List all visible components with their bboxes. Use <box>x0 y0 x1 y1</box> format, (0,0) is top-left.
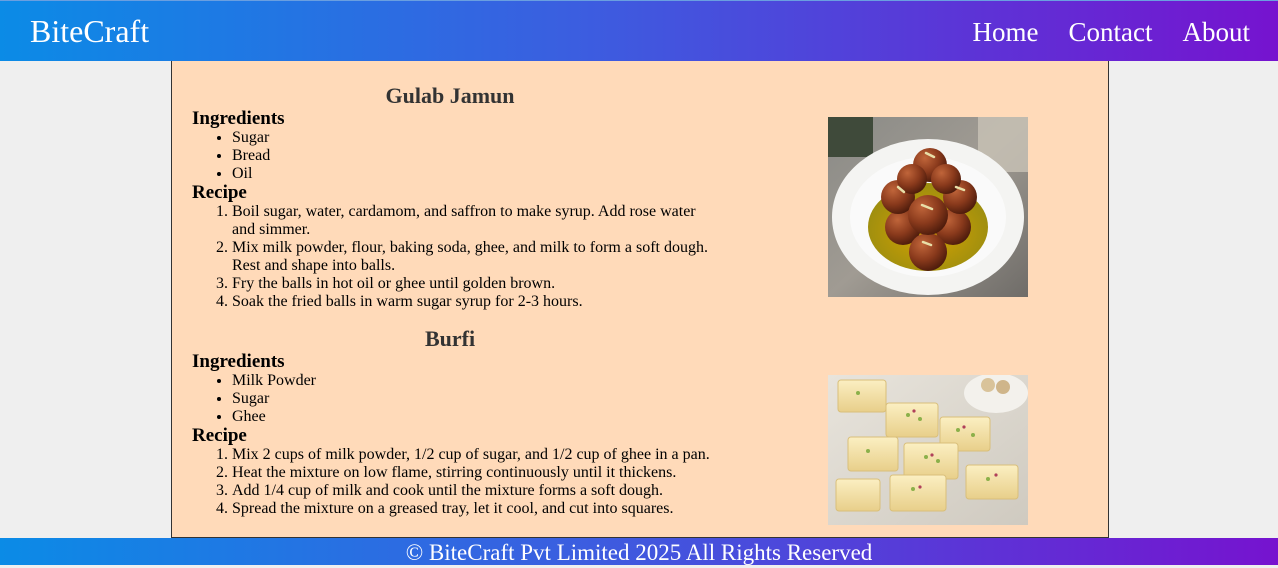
recipe-heading: Recipe <box>192 425 247 446</box>
ingredients-list: Milk Powder Sugar Ghee <box>192 372 792 426</box>
ingredients-heading: Ingredients <box>192 108 285 129</box>
ingredients-heading: Ingredients <box>192 351 285 372</box>
recipe-title: Burfi <box>424 326 476 351</box>
ingredient-item: Sugar <box>232 390 792 408</box>
footer: © BiteCraft Pvt Limited 2025 All Rights … <box>0 538 1278 565</box>
ingredient-item: Bread <box>232 147 792 165</box>
nav-link-home[interactable]: Home <box>973 16 1039 48</box>
ingredient-item: Ghee <box>232 408 792 426</box>
recipes-panel: Gulab Jamun Ingredients Sugar Bread Oil … <box>171 61 1109 538</box>
recipe-heading: Recipe <box>192 182 247 203</box>
recipe-step: Spread the mixture on a greased tray, le… <box>232 500 792 518</box>
nav-link-about[interactable]: About <box>1183 16 1251 48</box>
recipe-step: Mix milk powder, flour, baking soda, ghe… <box>232 239 712 275</box>
recipe-steps-list: Mix 2 cups of milk powder, 1/2 cup of su… <box>192 446 792 518</box>
recipe-step: Fry the balls in hot oil or ghee until g… <box>232 275 712 293</box>
recipe-step: Soak the fried balls in warm sugar syrup… <box>232 293 712 311</box>
recipe-steps-list: Boil sugar, water, cardamom, and saffron… <box>192 203 712 311</box>
brand-logo[interactable]: BiteCraft <box>30 13 149 49</box>
recipe-step: Heat the mixture on low flame, stirring … <box>232 464 792 482</box>
gulab-jamun-photo <box>828 117 1028 297</box>
ingredient-item: Milk Powder <box>232 372 792 390</box>
recipe-card-gulab-jamun: Gulab Jamun Ingredients Sugar Bread Oil … <box>192 83 792 311</box>
recipe-step: Mix 2 cups of milk powder, 1/2 cup of su… <box>232 446 792 464</box>
ingredient-item: Sugar <box>232 129 792 147</box>
nav-link-contact[interactable]: Contact <box>1069 16 1153 48</box>
recipe-title: Gulab Jamun <box>385 83 515 108</box>
ingredient-item: Oil <box>232 165 792 183</box>
nav-links: Home Contact About <box>973 16 1250 48</box>
burfi-photo <box>828 375 1028 525</box>
ingredients-list: Sugar Bread Oil <box>192 129 792 183</box>
recipe-step: Boil sugar, water, cardamom, and saffron… <box>232 203 712 239</box>
copyright-text: © BiteCraft Pvt Limited 2025 All Rights … <box>405 540 873 565</box>
recipe-card-burfi: Burfi Ingredients Milk Powder Sugar Ghee… <box>192 326 792 518</box>
recipe-step: Add 1/4 cup of milk and cook until the m… <box>232 482 792 500</box>
navbar: BiteCraft Home Contact About <box>0 0 1278 61</box>
